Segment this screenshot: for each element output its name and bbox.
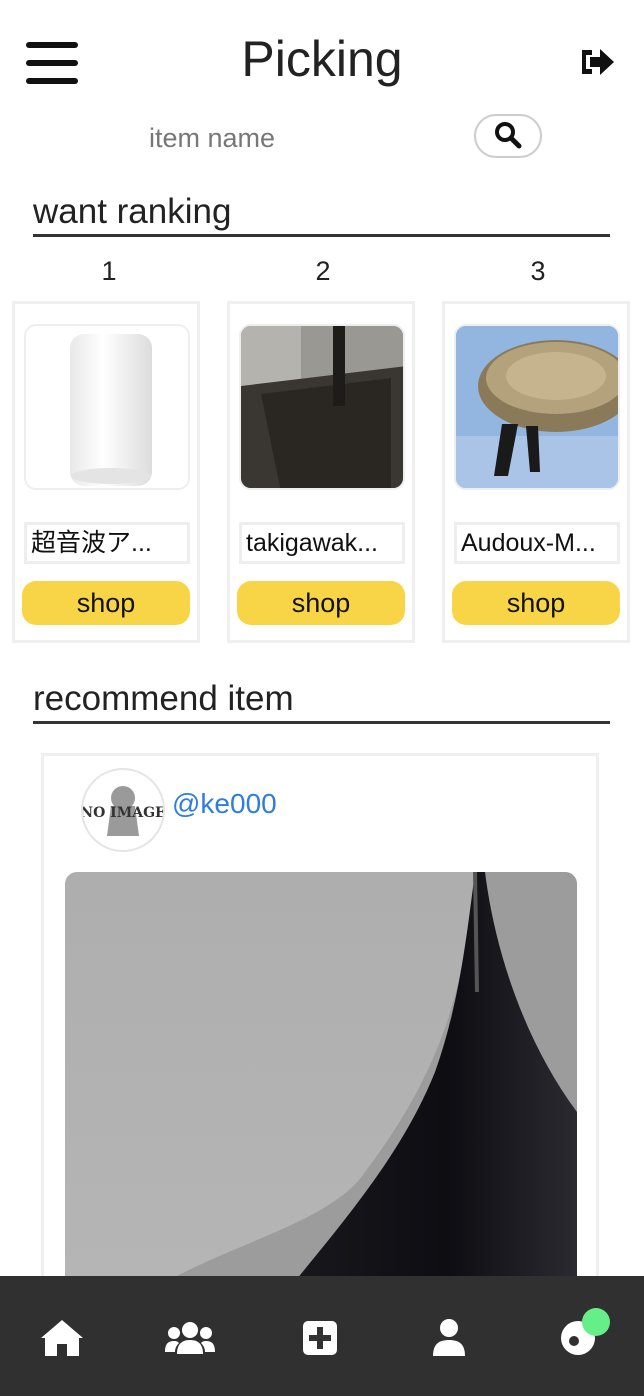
product-image[interactable] xyxy=(239,324,405,490)
search-icon xyxy=(494,121,522,152)
plus-square-icon[interactable] xyxy=(295,1316,345,1360)
ranking-card: 超音波ア... shop xyxy=(12,301,200,643)
product-image[interactable] xyxy=(24,324,190,490)
shop-button[interactable]: shop xyxy=(22,581,190,625)
bottom-navigation xyxy=(0,1276,644,1396)
home-icon[interactable] xyxy=(37,1316,87,1360)
shop-button[interactable]: shop xyxy=(452,581,620,625)
user-icon[interactable] xyxy=(424,1316,474,1360)
shop-button[interactable]: shop xyxy=(237,581,405,625)
want-ranking-heading: want ranking xyxy=(33,192,610,237)
product-image[interactable] xyxy=(454,324,620,490)
recommend-post-card: NO IMAGE @ke000 xyxy=(41,753,599,1313)
search-button[interactable] xyxy=(474,114,542,158)
rank-number: 3 xyxy=(530,256,546,286)
page-title: Picking xyxy=(241,31,403,87)
product-name: Audoux-M... xyxy=(454,522,620,564)
ranking-card: Audoux-M... shop xyxy=(442,301,630,643)
notification-badge xyxy=(582,1308,610,1336)
sign-out-icon[interactable] xyxy=(578,44,618,80)
post-username-link[interactable]: @ke000 xyxy=(172,788,277,820)
no-image-text: NO IMAGE xyxy=(83,805,163,821)
product-name: takigawak... xyxy=(239,522,405,564)
post-image[interactable] xyxy=(65,872,577,1310)
recommend-item-heading: recommend item xyxy=(33,679,610,724)
product-name: 超音波ア... xyxy=(24,522,190,564)
rank-number: 2 xyxy=(315,256,331,286)
app-header: Picking xyxy=(0,0,644,120)
search-input[interactable] xyxy=(140,116,440,160)
users-icon[interactable] xyxy=(165,1316,215,1360)
rank-number: 1 xyxy=(101,256,117,286)
avatar[interactable]: NO IMAGE xyxy=(81,768,165,852)
ranking-card: takigawak... shop xyxy=(227,301,415,643)
